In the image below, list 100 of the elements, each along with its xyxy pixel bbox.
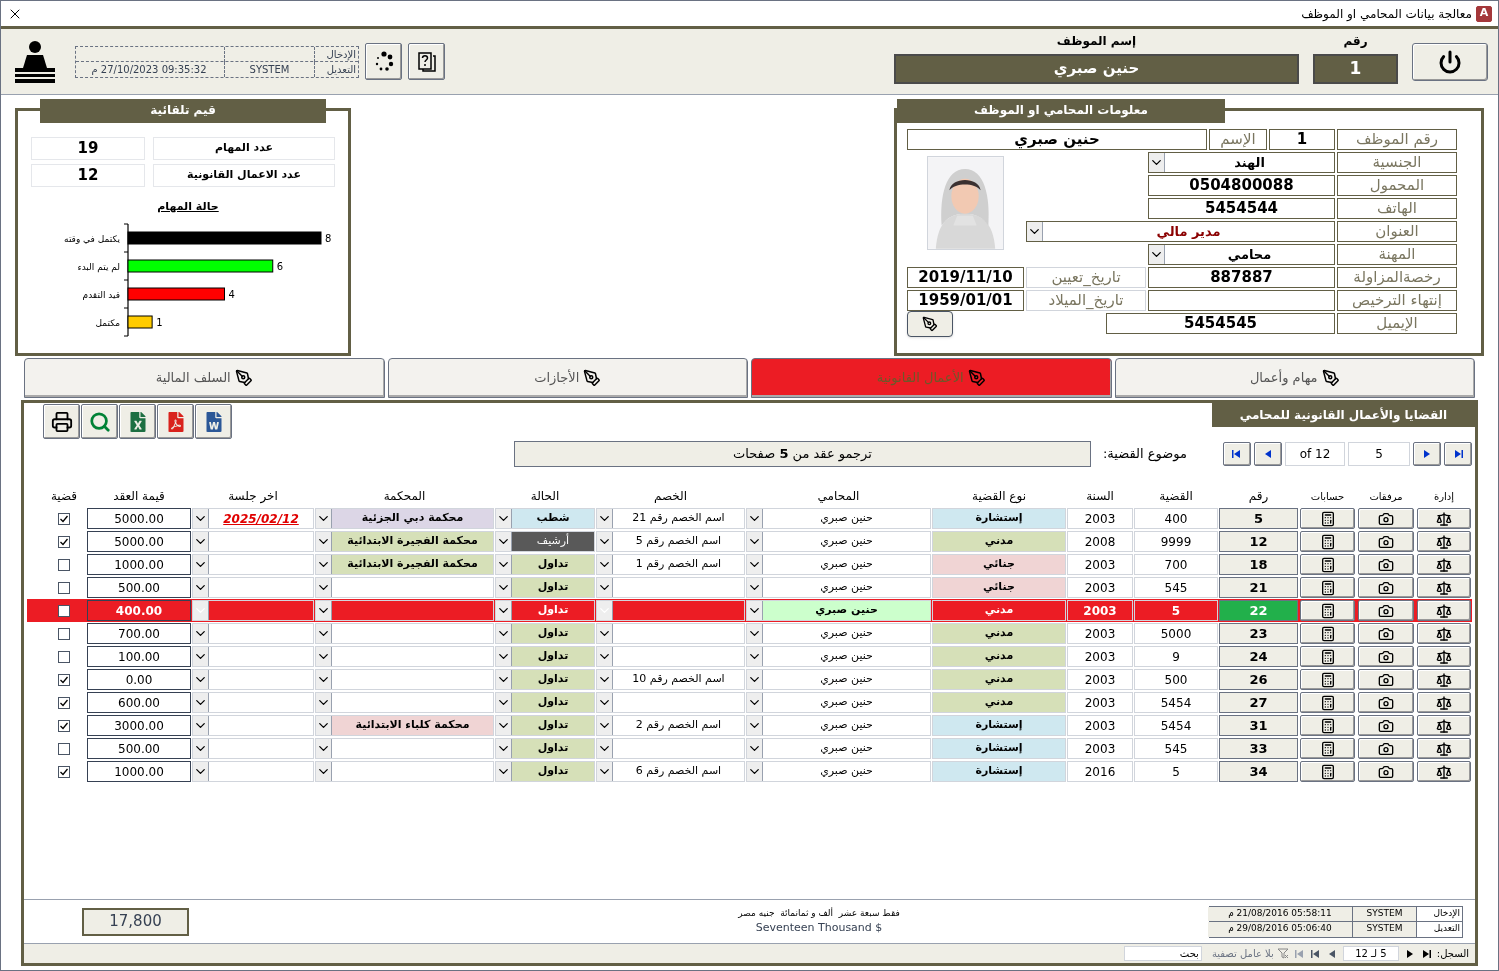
accounts-button[interactable] bbox=[1300, 554, 1355, 575]
lawyer-combo[interactable]: حنين صبري bbox=[746, 508, 931, 529]
checkbox[interactable] bbox=[58, 742, 70, 755]
status-combo[interactable]: تداول bbox=[495, 554, 595, 575]
attachments-button[interactable] bbox=[1358, 715, 1414, 736]
opponent-combo[interactable]: اسم الخصم رقم 2 bbox=[596, 715, 745, 736]
status-combo[interactable]: تداول bbox=[495, 669, 595, 690]
attachments-button[interactable] bbox=[1358, 554, 1414, 575]
attachments-button[interactable] bbox=[1358, 692, 1414, 713]
court-combo[interactable]: محكمة كلباء الابتدائية bbox=[315, 715, 494, 736]
previous-icon[interactable] bbox=[1263, 449, 1273, 459]
lawyer-combo[interactable]: حنين صبري bbox=[746, 577, 931, 598]
checkbox[interactable] bbox=[58, 512, 70, 525]
manage-button[interactable] bbox=[1417, 554, 1471, 575]
record-number[interactable]: 34 bbox=[1219, 761, 1298, 782]
manage-button[interactable] bbox=[1417, 508, 1471, 529]
status-combo[interactable]: أرشيف bbox=[495, 531, 595, 552]
attachments-button[interactable] bbox=[1358, 577, 1414, 598]
manage-button[interactable] bbox=[1417, 600, 1471, 621]
manage-button[interactable] bbox=[1417, 761, 1471, 782]
record-number[interactable]: 18 bbox=[1219, 554, 1298, 575]
manage-button[interactable] bbox=[1417, 692, 1471, 713]
last-icon[interactable] bbox=[1453, 449, 1463, 459]
checkbox[interactable] bbox=[58, 535, 70, 548]
record-number[interactable]: 5 bbox=[1219, 508, 1298, 529]
next-record-button[interactable] bbox=[1413, 442, 1441, 466]
opponent-combo[interactable]: اسم الخصم رقم 6 bbox=[596, 761, 745, 782]
previous-record-button[interactable] bbox=[1254, 442, 1282, 466]
record-number[interactable]: 24 bbox=[1219, 646, 1298, 667]
attachments-button[interactable] bbox=[1358, 600, 1414, 621]
preview-button[interactable] bbox=[81, 404, 118, 439]
nationality-dropdown[interactable]: الهند bbox=[1148, 152, 1335, 173]
status-combo[interactable]: تداول bbox=[495, 761, 595, 782]
record-number[interactable]: 12 bbox=[1219, 531, 1298, 552]
status-combo[interactable]: تداول bbox=[495, 738, 595, 759]
record-number[interactable]: 21 bbox=[1219, 577, 1298, 598]
status-combo[interactable]: شطب bbox=[495, 508, 595, 529]
profession-dropdown[interactable]: محامي bbox=[1148, 244, 1335, 265]
last-record-button[interactable] bbox=[1444, 442, 1472, 466]
checkbox[interactable] bbox=[58, 581, 70, 594]
checkbox[interactable] bbox=[58, 604, 70, 617]
opponent-combo[interactable]: اسم الخصم رقم 1 bbox=[596, 554, 745, 575]
first-record-button[interactable] bbox=[1223, 442, 1251, 466]
checkbox[interactable] bbox=[58, 627, 70, 640]
excel-button[interactable] bbox=[119, 404, 156, 439]
tab[interactable]: الأجازات bbox=[387, 358, 748, 398]
attachments-button[interactable] bbox=[1358, 669, 1414, 690]
court-combo[interactable]: محكمة الفجيرة الابتدائية bbox=[315, 554, 494, 575]
status-combo[interactable]: تداول bbox=[495, 600, 595, 621]
status-combo[interactable]: تداول bbox=[495, 577, 595, 598]
lawyer-combo[interactable]: حنين صبري bbox=[746, 623, 931, 644]
attachments-button[interactable] bbox=[1358, 508, 1414, 529]
current-record-field[interactable]: 5 bbox=[1348, 442, 1410, 466]
lawyer-combo[interactable]: حنين صبري bbox=[746, 646, 931, 667]
lawyer-combo[interactable]: حنين صبري bbox=[746, 554, 931, 575]
checkbox[interactable] bbox=[58, 650, 70, 663]
lawyer-combo[interactable]: حنين صبري bbox=[746, 715, 931, 736]
attachments-button[interactable] bbox=[1358, 761, 1414, 782]
manage-button[interactable] bbox=[1417, 715, 1471, 736]
help-button[interactable] bbox=[408, 43, 445, 80]
court-combo[interactable]: محكمة الفجيرة الابتدائية bbox=[315, 531, 494, 552]
accounts-button[interactable] bbox=[1300, 761, 1355, 782]
manage-button[interactable] bbox=[1417, 623, 1471, 644]
accounts-button[interactable] bbox=[1300, 738, 1355, 759]
word-button[interactable] bbox=[195, 404, 232, 439]
search-field[interactable]: بحث bbox=[1123, 946, 1202, 961]
attachments-button[interactable] bbox=[1358, 738, 1414, 759]
lawyer-combo[interactable]: حنين صبري bbox=[746, 692, 931, 713]
edit-button[interactable] bbox=[907, 310, 953, 337]
accounts-button[interactable] bbox=[1300, 623, 1355, 644]
accounts-button[interactable] bbox=[1300, 692, 1355, 713]
status-combo[interactable]: تداول bbox=[495, 623, 595, 644]
accounts-button[interactable] bbox=[1300, 715, 1355, 736]
checkbox[interactable] bbox=[58, 558, 70, 571]
previous-icon[interactable] bbox=[1404, 948, 1415, 959]
attachments-button[interactable] bbox=[1358, 646, 1414, 667]
opponent-combo[interactable]: اسم الخصم رقم 10 bbox=[596, 669, 745, 690]
attachments-button[interactable] bbox=[1358, 531, 1414, 552]
manage-button[interactable] bbox=[1417, 577, 1471, 598]
status-combo[interactable]: تداول bbox=[495, 715, 595, 736]
manage-button[interactable] bbox=[1417, 646, 1471, 667]
lawyer-combo[interactable]: حنين صبري bbox=[746, 600, 931, 621]
checkbox[interactable] bbox=[58, 765, 70, 778]
checkbox[interactable] bbox=[58, 719, 70, 732]
checkbox[interactable] bbox=[58, 696, 70, 709]
first-icon[interactable] bbox=[1232, 449, 1242, 459]
record-number[interactable]: 33 bbox=[1219, 738, 1298, 759]
status-combo[interactable]: تداول bbox=[495, 692, 595, 713]
court-combo[interactable] bbox=[315, 600, 494, 621]
accounts-button[interactable] bbox=[1300, 646, 1355, 667]
last-session-combo[interactable]: 2025/02/12 bbox=[192, 508, 314, 529]
record-number[interactable]: 31 bbox=[1219, 715, 1298, 736]
lawyer-combo[interactable]: حنين صبري bbox=[746, 761, 931, 782]
accounts-button[interactable] bbox=[1300, 531, 1355, 552]
record-position-field[interactable]: 5 لـ 12 bbox=[1342, 946, 1399, 961]
opponent-combo[interactable] bbox=[596, 600, 745, 621]
checkbox[interactable] bbox=[58, 673, 70, 686]
print-button[interactable] bbox=[43, 404, 80, 439]
pdf-button[interactable] bbox=[157, 404, 194, 439]
dots-button[interactable] bbox=[365, 43, 402, 80]
